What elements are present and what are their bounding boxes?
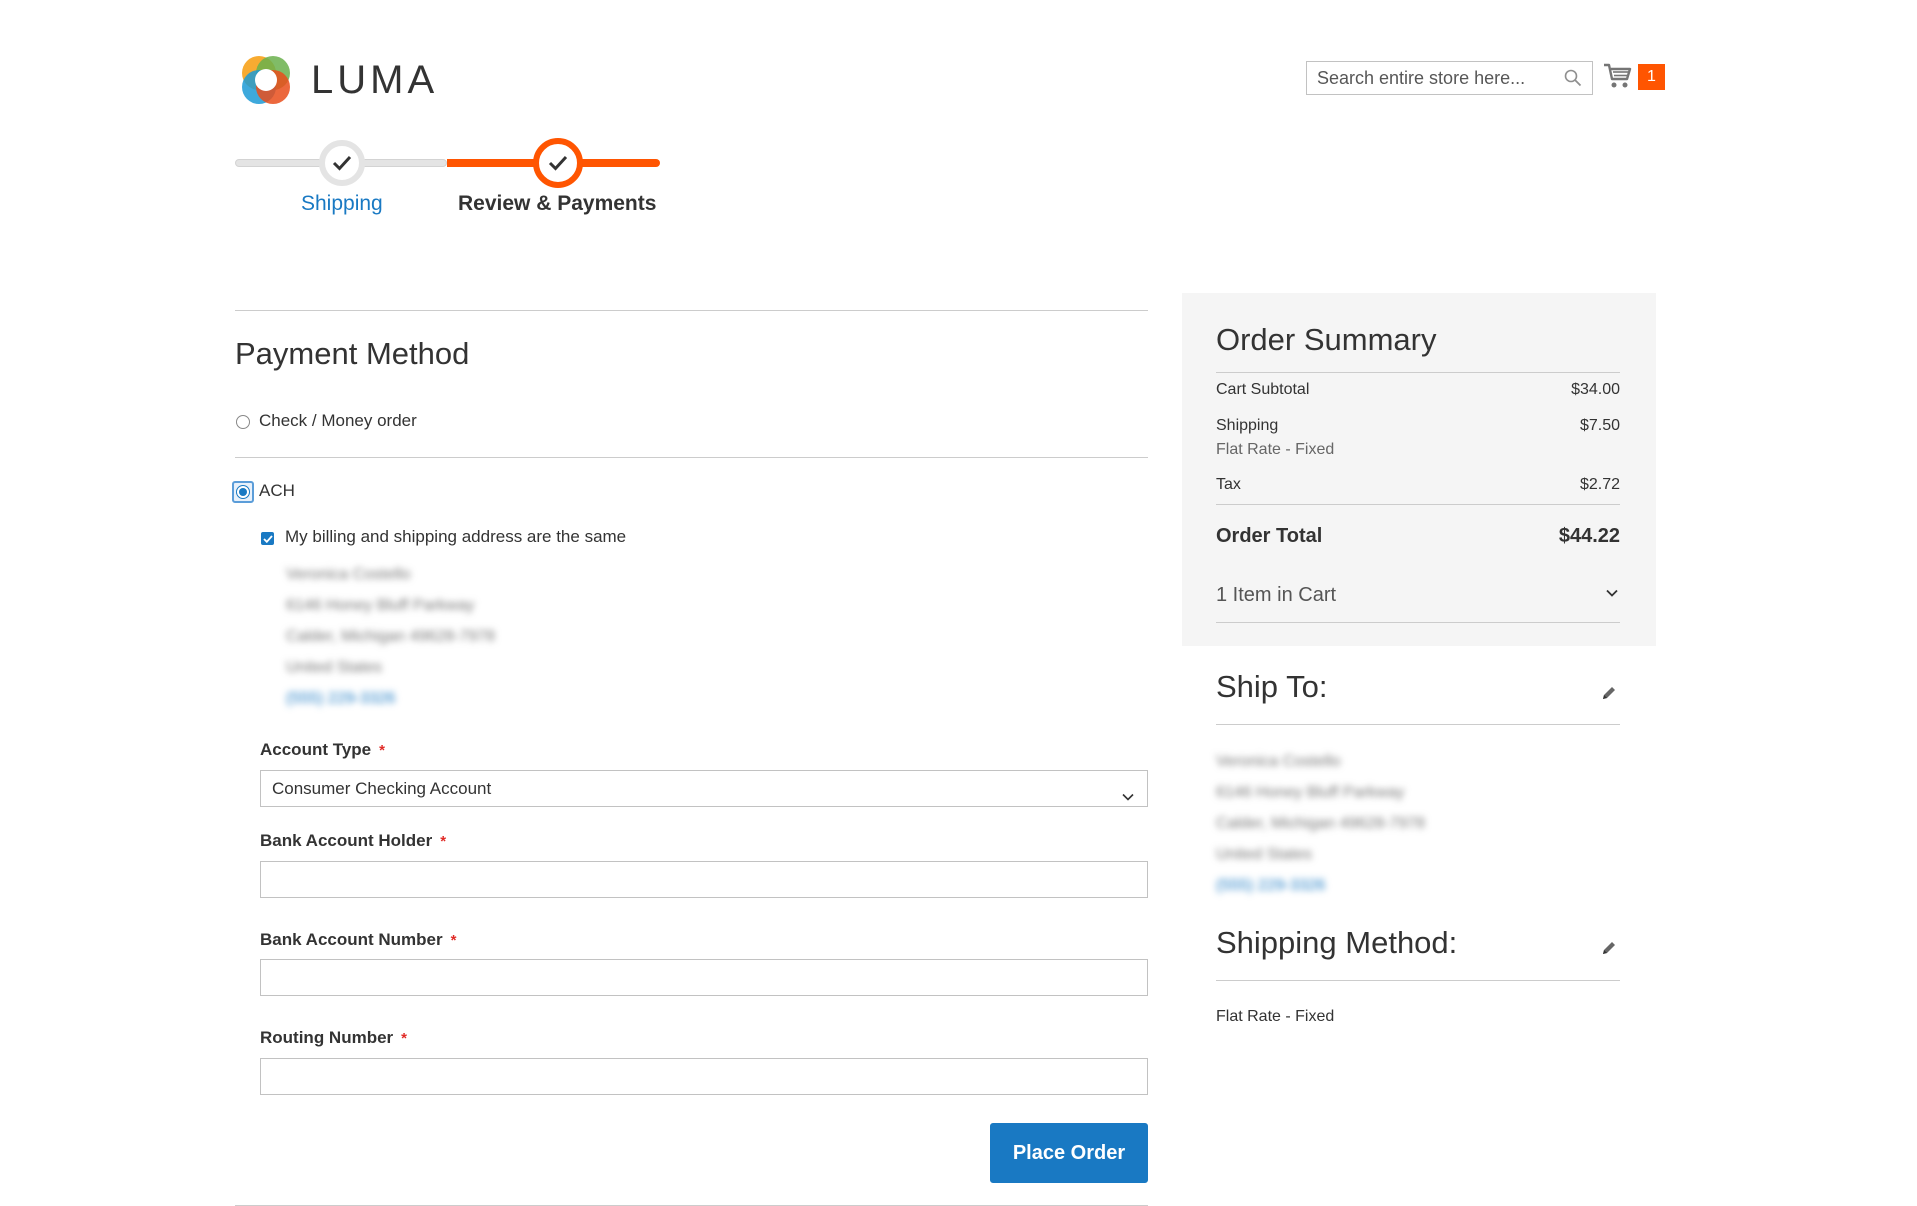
step-shipping-check-icon[interactable] — [319, 140, 365, 186]
bank-account-number-input[interactable] — [260, 959, 1148, 996]
shipping-value: $7.50 — [1579, 417, 1620, 434]
step-review-check-icon — [533, 138, 583, 188]
routing-number-input[interactable] — [260, 1058, 1148, 1095]
ship-to-phone-link[interactable]: (555) 229-3326 — [1216, 877, 1325, 895]
ach-label[interactable]: ACH — [259, 481, 295, 501]
same-address-label[interactable]: My billing and shipping address are the … — [285, 527, 626, 547]
cart-icon — [1603, 62, 1633, 95]
divider — [235, 457, 1148, 458]
ship-to-street: 6146 Honey Bluff Parkway — [1216, 784, 1405, 801]
same-address-checkbox[interactable] — [261, 532, 274, 545]
order-total-label: Order Total — [1216, 525, 1323, 547]
cart-subtotal-row: Cart Subtotal $34.00 — [1216, 381, 1620, 399]
place-order-button[interactable]: Place Order — [990, 1123, 1148, 1183]
required-asterisk: * — [450, 932, 457, 949]
payment-method-title: Payment Method — [235, 336, 470, 371]
check-money-order-radio[interactable] — [236, 415, 250, 429]
chevron-down-icon — [1604, 584, 1620, 607]
checkout-progress-bar: Shipping Review & Payments — [235, 136, 665, 226]
cart-subtotal-value: $34.00 — [1571, 381, 1620, 398]
bank-account-holder-input[interactable] — [260, 861, 1148, 898]
divider — [1216, 504, 1620, 505]
search-icon[interactable] — [1564, 69, 1582, 87]
store-logo[interactable]: LUMA — [237, 50, 434, 110]
items-in-cart-label: 1 Item in Cart — [1216, 584, 1337, 606]
shipping-method-note: Flat Rate - Fixed — [1216, 441, 1335, 458]
ship-to-country: United States — [1216, 846, 1313, 863]
ship-to-city: Calder, Michigan 49628-7978 — [1216, 815, 1426, 832]
required-asterisk: * — [379, 742, 385, 759]
divider — [1216, 372, 1620, 373]
routing-number-label: Routing Number * — [260, 1028, 407, 1047]
bank-account-number-label: Bank Account Number * — [260, 930, 457, 949]
required-asterisk: * — [401, 1030, 407, 1047]
order-total-row: Order Total $44.22 — [1216, 525, 1620, 548]
divider — [1216, 980, 1620, 981]
shipping-method-title: Shipping Method: — [1216, 925, 1458, 960]
edit-pencil-icon[interactable] — [1600, 684, 1618, 702]
step-review-payments-label: Review & Payments — [458, 192, 657, 215]
billing-address-name: Veronica Costello — [286, 566, 411, 583]
ship-to-title: Ship To: — [1216, 669, 1328, 704]
tax-row: Tax $2.72 — [1216, 476, 1620, 494]
cart-count-badge: 1 — [1638, 64, 1665, 90]
shipping-row: Shipping $7.50 — [1216, 417, 1620, 435]
shipping-label: Shipping — [1216, 417, 1279, 434]
items-in-cart-toggle[interactable]: 1 Item in Cart — [1216, 584, 1620, 607]
step-shipping-link[interactable]: Shipping — [301, 192, 383, 216]
edit-pencil-icon[interactable] — [1600, 939, 1618, 957]
divider — [1216, 622, 1620, 623]
divider — [1216, 724, 1620, 725]
ach-radio[interactable] — [232, 481, 254, 503]
search-input[interactable] — [1307, 62, 1557, 94]
bank-account-holder-label: Bank Account Holder * — [260, 831, 447, 850]
account-type-label: Account Type * — [260, 740, 385, 759]
required-asterisk: * — [440, 833, 447, 850]
divider — [235, 310, 1148, 311]
shipping-method-value: Flat Rate - Fixed — [1216, 1008, 1335, 1025]
tax-label: Tax — [1216, 476, 1241, 493]
order-total-value: $44.22 — [1558, 525, 1620, 547]
luma-logo-icon — [237, 51, 295, 109]
account-type-select[interactable]: Consumer Checking Account — [260, 770, 1148, 807]
cart-subtotal-label: Cart Subtotal — [1216, 381, 1310, 398]
logo-wordmark: LUMA — [311, 57, 439, 102]
billing-address-phone-link[interactable]: (555) 229-3326 — [286, 690, 395, 708]
billing-address-country: United States — [286, 659, 383, 676]
billing-address-street: 6146 Honey Bluff Parkway — [286, 597, 475, 614]
check-money-order-label[interactable]: Check / Money order — [259, 411, 417, 431]
chevron-down-icon — [1121, 781, 1135, 801]
search-box — [1306, 61, 1593, 95]
tax-value: $2.72 — [1579, 476, 1620, 493]
minicart-button[interactable]: 1 — [1603, 60, 1665, 92]
ship-to-name: Veronica Costello — [1216, 753, 1341, 770]
order-summary-title: Order Summary — [1216, 322, 1437, 357]
billing-address-city: Calder, Michigan 49628-7978 — [286, 628, 496, 645]
